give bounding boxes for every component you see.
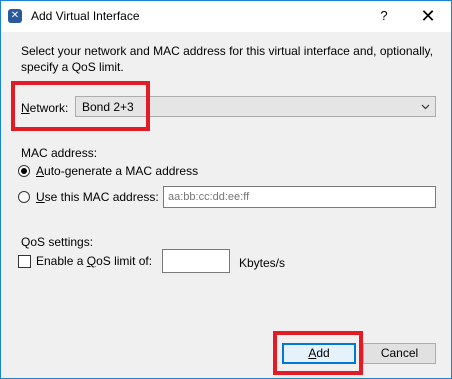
close-icon: ✕ xyxy=(420,6,436,26)
manual-mac-label: Use this MAC address: xyxy=(36,190,159,204)
mac-section-label: MAC address: xyxy=(21,146,98,160)
network-label: Network: xyxy=(21,101,68,115)
auto-mac-text: uto-generate a MAC address xyxy=(44,164,199,178)
qos-enable-checkbox[interactable] xyxy=(18,255,31,268)
qos-limit-input[interactable] xyxy=(162,249,230,273)
qos-enable-label: Enable a QoS limit of: xyxy=(36,254,152,268)
close-button[interactable]: ✕ xyxy=(413,3,443,29)
auto-mac-label: Auto-generate a MAC address xyxy=(36,164,198,178)
auto-mac-radio[interactable] xyxy=(18,165,30,177)
network-select[interactable]: Bond 2+3 xyxy=(75,96,436,117)
cancel-button[interactable]: Cancel xyxy=(363,343,436,364)
manual-mac-mnemonic: U xyxy=(36,190,45,204)
qos-section-label: QoS settings: xyxy=(21,235,94,249)
help-button[interactable]: ? xyxy=(371,3,397,29)
auto-mac-mnemonic: A xyxy=(36,164,45,178)
qos-enable-prefix: Enable a xyxy=(36,254,87,268)
add-virtual-interface-dialog: ✕ Add Virtual Interface ? ✕ Select your … xyxy=(0,0,452,379)
help-icon: ? xyxy=(380,8,388,23)
network-label-text: etwork: xyxy=(29,101,69,115)
window-title: Add Virtual Interface xyxy=(31,9,140,23)
network-selected-value: Bond 2+3 xyxy=(82,100,134,114)
add-button[interactable]: Add xyxy=(282,343,356,364)
add-button-text: dd xyxy=(316,346,330,360)
network-label-mnemonic: N xyxy=(21,101,30,115)
intro-text: Select your network and MAC address for … xyxy=(21,44,433,74)
chevron-down-icon xyxy=(421,104,430,110)
manual-mac-text: se this MAC address: xyxy=(44,190,159,204)
title-bar: ✕ Add Virtual Interface ? ✕ xyxy=(1,1,451,32)
mac-address-input[interactable] xyxy=(163,186,436,208)
qos-enable-text: oS limit of: xyxy=(96,254,153,268)
qos-enable-mnemonic: Q xyxy=(86,254,97,268)
manual-mac-radio[interactable] xyxy=(18,191,30,203)
app-icon: ✕ xyxy=(8,9,22,23)
qos-unit-label: Kbytes/s xyxy=(239,256,286,270)
